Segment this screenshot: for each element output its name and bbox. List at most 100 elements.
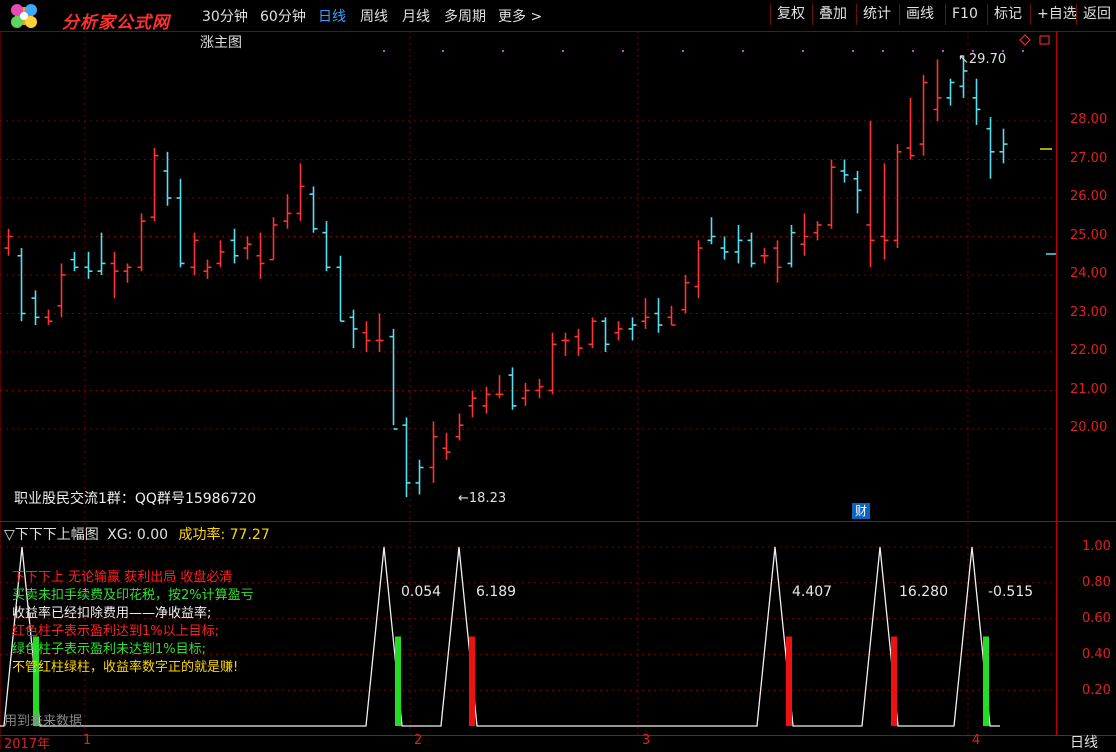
candlestick[interactable]	[946, 78, 955, 106]
candlestick[interactable]	[482, 386, 491, 414]
candlestick[interactable]	[521, 382, 530, 406]
candlestick[interactable]	[880, 163, 889, 260]
window-icon[interactable]	[1039, 35, 1050, 45]
candlestick[interactable]	[203, 259, 212, 279]
candlestick[interactable]	[972, 78, 981, 125]
candlestick[interactable]	[707, 217, 716, 245]
tab-monthly[interactable]: 月线	[402, 6, 430, 26]
y-axis-tick: 22.00	[1070, 343, 1108, 358]
candlestick[interactable]	[628, 317, 637, 341]
candlestick[interactable]	[773, 240, 782, 283]
candlestick[interactable]	[999, 128, 1008, 164]
candlestick[interactable]	[283, 194, 292, 229]
green-result-bar	[395, 636, 401, 726]
candlestick[interactable]	[57, 263, 66, 318]
candlestick[interactable]	[495, 375, 504, 399]
candlestick[interactable]	[986, 117, 995, 179]
candlestick[interactable]	[508, 367, 517, 410]
candlestick[interactable]	[800, 213, 809, 256]
candlestick[interactable]	[535, 378, 544, 399]
candlestick[interactable]	[70, 251, 79, 272]
candlestick[interactable]	[150, 147, 159, 222]
signal-value: 16.280	[899, 584, 948, 600]
candlestick[interactable]	[243, 236, 252, 260]
candlestick[interactable]	[190, 232, 199, 275]
candlestick[interactable]	[269, 217, 278, 261]
candlestick[interactable]	[429, 421, 438, 483]
candlestick[interactable]	[362, 321, 371, 352]
candlestick[interactable]	[906, 97, 915, 160]
candlestick[interactable]	[787, 224, 796, 268]
draw-line-button[interactable]: 画线	[899, 4, 940, 25]
candlestick[interactable]	[667, 305, 676, 326]
candlestick[interactable]	[853, 171, 862, 214]
candlestick[interactable]	[468, 390, 477, 418]
candlestick[interactable]	[415, 459, 424, 495]
candlestick[interactable]	[230, 228, 239, 264]
candlestick[interactable]	[919, 74, 928, 156]
candlestick[interactable]	[694, 240, 703, 299]
diamond-icon[interactable]	[1019, 34, 1031, 46]
signal-value: 4.407	[792, 584, 833, 600]
x-tick-year: 2017年	[4, 737, 51, 752]
candlestick[interactable]	[760, 248, 769, 264]
candlestick[interactable]	[574, 328, 583, 356]
candlestick[interactable]	[375, 313, 384, 353]
candlestick[interactable]	[137, 213, 146, 272]
candlestick[interactable]	[588, 317, 597, 349]
qq-group-text: 职业股民交流1群：QQ群号15986720	[14, 491, 257, 507]
candlestick[interactable]	[44, 309, 53, 326]
legend-line-2: 买卖未扣手续费及印花税，按2%计算盈亏	[12, 588, 254, 603]
candlestick[interactable]	[309, 186, 318, 233]
candlestick[interactable]	[216, 240, 225, 268]
tab-60min[interactable]: 60分钟	[260, 6, 306, 26]
f10-button[interactable]: F10	[945, 4, 984, 25]
candlestick[interactable]	[747, 232, 756, 268]
candlestick[interactable]	[827, 159, 836, 229]
tab-more[interactable]: 更多 >	[498, 6, 542, 26]
candlestick[interactable]	[455, 413, 464, 441]
candlestick[interactable]	[601, 317, 610, 352]
candlestick[interactable]	[349, 309, 358, 349]
period-status-label[interactable]: 日线	[1070, 732, 1098, 752]
candlestick[interactable]	[654, 298, 663, 333]
y-axis-tick: 24.00	[1070, 266, 1108, 281]
candlestick[interactable]	[442, 432, 451, 460]
candlestick[interactable]	[336, 255, 345, 323]
tab-daily[interactable]: 日线	[318, 6, 346, 26]
finance-badge[interactable]: 财	[852, 503, 870, 519]
candlestick[interactable]	[561, 332, 570, 356]
y-axis-tick: 28.00	[1070, 112, 1108, 127]
candlestick[interactable]	[813, 221, 822, 241]
candlestick[interactable]	[31, 290, 40, 326]
tab-multi-period[interactable]: 多周期	[444, 6, 486, 26]
candlestick[interactable]	[256, 232, 265, 279]
candlestick[interactable]	[933, 59, 942, 121]
statistics-button[interactable]: 统计	[856, 4, 897, 25]
candlestick[interactable]	[97, 232, 106, 275]
back-button[interactable]: 返回	[1076, 4, 1116, 25]
candlestick[interactable]	[734, 224, 743, 264]
tab-weekly[interactable]: 周线	[360, 6, 388, 26]
candlestick[interactable]	[681, 275, 690, 314]
candlestick[interactable]	[4, 228, 13, 256]
candlestick[interactable]	[123, 263, 132, 283]
candlestick[interactable]	[614, 321, 623, 341]
overlay-button[interactable]: 叠加	[812, 4, 853, 25]
collapse-icon[interactable]: ▽	[4, 527, 15, 543]
candlestick[interactable]	[389, 328, 398, 430]
mark-button[interactable]: 标记	[987, 4, 1028, 25]
candlestick[interactable]	[840, 159, 849, 183]
candlestick[interactable]	[548, 332, 557, 395]
candlestick[interactable]	[163, 151, 172, 206]
candlestick[interactable]	[176, 178, 185, 268]
add-watchlist-button[interactable]: +自选	[1030, 4, 1083, 25]
tab-30min[interactable]: 30分钟	[202, 6, 248, 26]
candlestick[interactable]	[322, 221, 331, 272]
candlestick[interactable]	[110, 251, 119, 299]
restore-rights-button[interactable]: 复权	[770, 4, 811, 25]
candlestick[interactable]	[296, 163, 305, 222]
candlestick[interactable]	[866, 121, 875, 268]
candlestick[interactable]	[17, 248, 26, 322]
candlestick[interactable]	[720, 236, 729, 260]
